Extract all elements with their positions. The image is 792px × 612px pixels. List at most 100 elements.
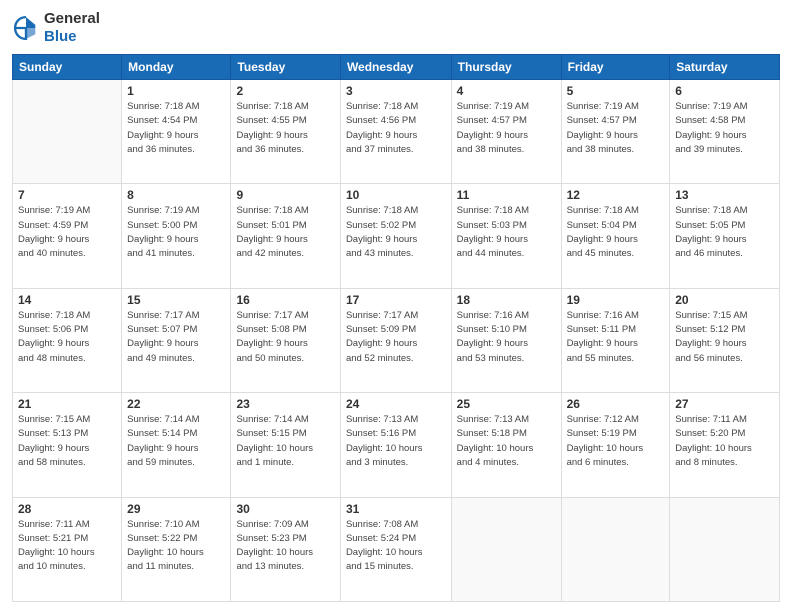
calendar-cell: 7Sunrise: 7:19 AMSunset: 4:59 PMDaylight… (13, 184, 122, 288)
week-row-4: 21 Sunrise: 7:15 AMSunset: 5:13 PMDayligh… (13, 393, 780, 497)
day-info: Sunrise: 7:18 AMSunset: 5:01 PMDaylight:… (236, 204, 334, 261)
day-info: Sunrise: 7:17 AMSunset: 5:07 PMDaylight:… (127, 309, 225, 366)
day-number: 8 (127, 188, 225, 202)
day-info: Sunrise: 7:10 AMSunset: 5:22 PMDaylight:… (127, 518, 225, 575)
calendar-cell: 14Sunrise: 7:18 AMSunset: 5:06 PMDayligh… (13, 288, 122, 392)
day-number: 2 (236, 84, 334, 98)
day-info: Sunrise: 7:19 AMSunset: 4:58 PMDaylight:… (675, 100, 774, 157)
calendar-cell: 22 Sunrise: 7:14 AMSunset: 5:14 PMDayligh… (122, 393, 231, 497)
day-info: Sunrise: 7:11 AMSunset: 5:20 PMDaylight:… (675, 413, 774, 470)
calendar-cell: 27 Sunrise: 7:11 AMSunset: 5:20 PMDayligh… (670, 393, 780, 497)
day-number: 22 (127, 397, 225, 411)
calendar-cell: 19 Sunrise: 7:16 AMSunset: 5:11 PMDayligh… (561, 288, 670, 392)
calendar-cell: 13 Sunrise: 7:18 AMSunset: 5:05 PMDayligh… (670, 184, 780, 288)
calendar-header-row: SundayMondayTuesdayWednesdayThursdayFrid… (13, 55, 780, 80)
calendar-cell: 17 Sunrise: 7:17 AMSunset: 5:09 PMDayligh… (340, 288, 451, 392)
calendar-cell (561, 497, 670, 601)
day-info: Sunrise: 7:16 AMSunset: 5:10 PMDaylight:… (457, 309, 556, 366)
calendar-cell: 1 Sunrise: 7:18 AMSunset: 4:54 PMDaylight… (122, 80, 231, 184)
day-info: Sunrise: 7:18 AMSunset: 4:55 PMDaylight:… (236, 100, 334, 157)
day-number: 12 (567, 188, 665, 202)
day-number: 1 (127, 84, 225, 98)
calendar-cell: 3Sunrise: 7:18 AMSunset: 4:56 PMDaylight… (340, 80, 451, 184)
day-info: Sunrise: 7:19 AMSunset: 5:00 PMDaylight:… (127, 204, 225, 261)
calendar-cell: 31Sunrise: 7:08 AMSunset: 5:24 PMDayligh… (340, 497, 451, 601)
day-header-monday: Monday (122, 55, 231, 80)
day-info: Sunrise: 7:13 AMSunset: 5:18 PMDaylight:… (457, 413, 556, 470)
week-row-5: 28 Sunrise: 7:11 AMSunset: 5:21 PMDayligh… (13, 497, 780, 601)
calendar-cell: 10Sunrise: 7:18 AMSunset: 5:02 PMDayligh… (340, 184, 451, 288)
calendar-cell: 20 Sunrise: 7:15 AMSunset: 5:12 PMDayligh… (670, 288, 780, 392)
day-number: 3 (346, 84, 446, 98)
day-info: Sunrise: 7:19 AMSunset: 4:57 PMDaylight:… (457, 100, 556, 157)
day-info: Sunrise: 7:18 AMSunset: 4:54 PMDaylight:… (127, 100, 225, 157)
calendar-cell: 12 Sunrise: 7:18 AMSunset: 5:04 PMDayligh… (561, 184, 670, 288)
day-number: 29 (127, 502, 225, 516)
day-number: 14 (18, 293, 116, 307)
day-info: Sunrise: 7:14 AMSunset: 5:15 PMDaylight:… (236, 413, 334, 470)
day-header-sunday: Sunday (13, 55, 122, 80)
day-info: Sunrise: 7:12 AMSunset: 5:19 PMDaylight:… (567, 413, 665, 470)
day-number: 26 (567, 397, 665, 411)
calendar-cell: 11Sunrise: 7:18 AMSunset: 5:03 PMDayligh… (451, 184, 561, 288)
day-number: 21 (18, 397, 116, 411)
day-info: Sunrise: 7:17 AMSunset: 5:08 PMDaylight:… (236, 309, 334, 366)
day-number: 20 (675, 293, 774, 307)
day-number: 13 (675, 188, 774, 202)
week-row-1: 1 Sunrise: 7:18 AMSunset: 4:54 PMDaylight… (13, 80, 780, 184)
day-number: 24 (346, 397, 446, 411)
day-header-wednesday: Wednesday (340, 55, 451, 80)
week-row-2: 7Sunrise: 7:19 AMSunset: 4:59 PMDaylight… (13, 184, 780, 288)
day-header-friday: Friday (561, 55, 670, 80)
day-header-saturday: Saturday (670, 55, 780, 80)
day-info: Sunrise: 7:18 AMSunset: 5:04 PMDaylight:… (567, 204, 665, 261)
calendar-cell: 18 Sunrise: 7:16 AMSunset: 5:10 PMDayligh… (451, 288, 561, 392)
calendar-cell: 6 Sunrise: 7:19 AMSunset: 4:58 PMDaylight… (670, 80, 780, 184)
day-number: 16 (236, 293, 334, 307)
logo-text: General Blue (44, 10, 100, 46)
day-number: 6 (675, 84, 774, 98)
calendar-cell: 29 Sunrise: 7:10 AMSunset: 5:22 PMDayligh… (122, 497, 231, 601)
day-number: 31 (346, 502, 446, 516)
day-number: 7 (18, 188, 116, 202)
calendar-cell (451, 497, 561, 601)
calendar-cell: 4Sunrise: 7:19 AMSunset: 4:57 PMDaylight… (451, 80, 561, 184)
calendar-cell: 28 Sunrise: 7:11 AMSunset: 5:21 PMDayligh… (13, 497, 122, 601)
day-number: 19 (567, 293, 665, 307)
calendar-cell: 2 Sunrise: 7:18 AMSunset: 4:55 PMDaylight… (231, 80, 340, 184)
day-info: Sunrise: 7:11 AMSunset: 5:21 PMDaylight:… (18, 518, 116, 575)
day-number: 15 (127, 293, 225, 307)
calendar-cell: 16 Sunrise: 7:17 AMSunset: 5:08 PMDayligh… (231, 288, 340, 392)
day-info: Sunrise: 7:15 AMSunset: 5:12 PMDaylight:… (675, 309, 774, 366)
day-number: 27 (675, 397, 774, 411)
day-number: 28 (18, 502, 116, 516)
day-number: 25 (457, 397, 556, 411)
calendar-cell: 26 Sunrise: 7:12 AMSunset: 5:19 PMDayligh… (561, 393, 670, 497)
logo: General Blue (12, 10, 100, 46)
day-number: 17 (346, 293, 446, 307)
calendar-cell: 15 Sunrise: 7:17 AMSunset: 5:07 PMDayligh… (122, 288, 231, 392)
day-header-thursday: Thursday (451, 55, 561, 80)
calendar-cell: 25 Sunrise: 7:13 AMSunset: 5:18 PMDayligh… (451, 393, 561, 497)
day-info: Sunrise: 7:18 AMSunset: 5:03 PMDaylight:… (457, 204, 556, 261)
calendar-cell: 5Sunrise: 7:19 AMSunset: 4:57 PMDaylight… (561, 80, 670, 184)
day-info: Sunrise: 7:15 AMSunset: 5:13 PMDaylight:… (18, 413, 116, 470)
day-info: Sunrise: 7:16 AMSunset: 5:11 PMDaylight:… (567, 309, 665, 366)
day-info: Sunrise: 7:13 AMSunset: 5:16 PMDaylight:… (346, 413, 446, 470)
calendar-cell: 21 Sunrise: 7:15 AMSunset: 5:13 PMDayligh… (13, 393, 122, 497)
day-number: 9 (236, 188, 334, 202)
day-info: Sunrise: 7:18 AMSunset: 5:02 PMDaylight:… (346, 204, 446, 261)
calendar-cell: 9 Sunrise: 7:18 AMSunset: 5:01 PMDaylight… (231, 184, 340, 288)
day-number: 18 (457, 293, 556, 307)
calendar-cell: 24 Sunrise: 7:13 AMSunset: 5:16 PMDayligh… (340, 393, 451, 497)
day-number: 23 (236, 397, 334, 411)
day-info: Sunrise: 7:14 AMSunset: 5:14 PMDaylight:… (127, 413, 225, 470)
calendar-cell: 8 Sunrise: 7:19 AMSunset: 5:00 PMDaylight… (122, 184, 231, 288)
day-info: Sunrise: 7:18 AMSunset: 5:05 PMDaylight:… (675, 204, 774, 261)
day-number: 30 (236, 502, 334, 516)
week-row-3: 14Sunrise: 7:18 AMSunset: 5:06 PMDayligh… (13, 288, 780, 392)
calendar-cell: 30Sunrise: 7:09 AMSunset: 5:23 PMDayligh… (231, 497, 340, 601)
logo-icon (12, 14, 40, 42)
day-number: 5 (567, 84, 665, 98)
day-info: Sunrise: 7:17 AMSunset: 5:09 PMDaylight:… (346, 309, 446, 366)
